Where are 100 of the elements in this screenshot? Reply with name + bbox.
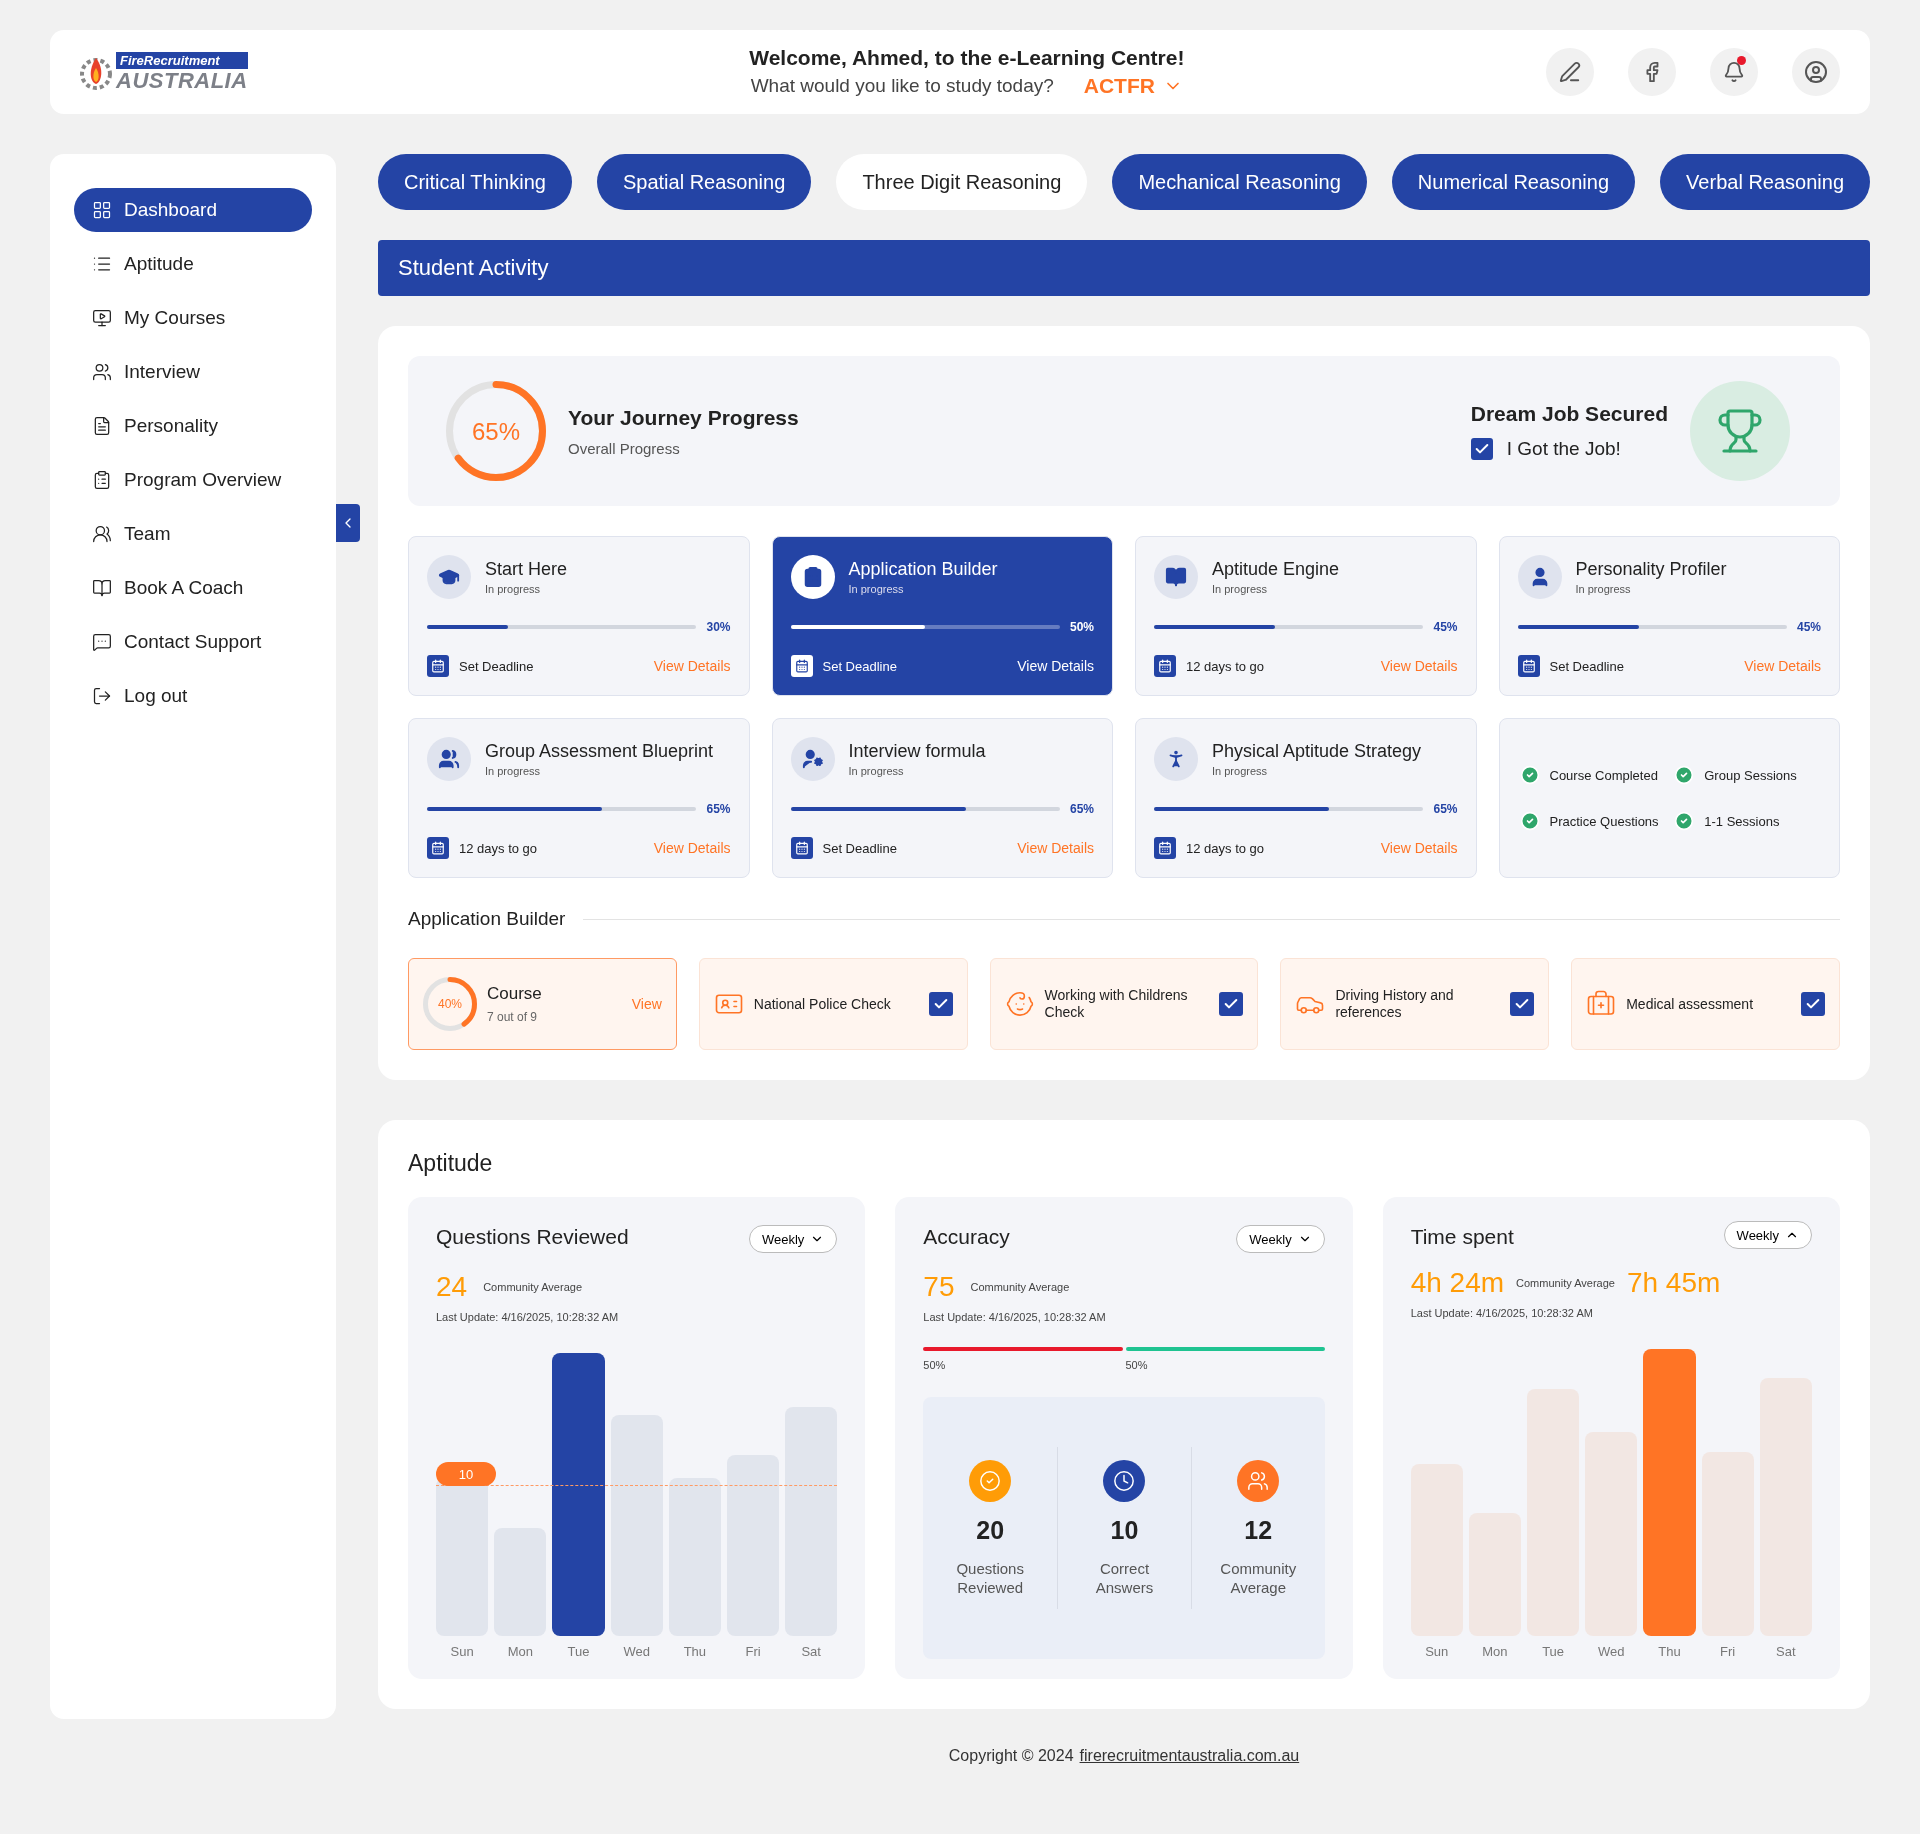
sidebar-item[interactable]: Interview xyxy=(74,350,312,394)
grid-icon xyxy=(92,200,112,220)
document-icon xyxy=(92,416,112,436)
progress-percent: 45% xyxy=(1433,620,1458,634)
requirement-checkbox[interactable] xyxy=(1510,992,1535,1016)
calendar-icon xyxy=(1154,655,1176,677)
website-link[interactable]: firerecruitmentaustralia.com.au xyxy=(1079,1747,1300,1765)
copyright-text: Copyright © 2024 xyxy=(948,1747,1074,1765)
view-details-link[interactable]: View Details xyxy=(1017,658,1094,674)
last-update: Last Update: 4/16/2025, 10:28:32 AM xyxy=(1410,1307,1594,1319)
panel-title: Questions Reviewed xyxy=(436,1225,629,1249)
day-label: Sat xyxy=(801,1644,821,1659)
module-status: In progress xyxy=(485,765,542,777)
day-label: Sat xyxy=(1776,1644,1796,1659)
achievement-label: Practice Questions xyxy=(1549,813,1659,829)
period-dropdown[interactable]: Weekly xyxy=(1236,1225,1325,1253)
module-status: In progress xyxy=(848,765,905,777)
collapse-button[interactable] xyxy=(336,504,360,542)
day-label: Tue xyxy=(1542,1644,1565,1659)
day-label: Wed xyxy=(1598,1644,1625,1659)
module-title: Group Assessment Blueprint xyxy=(485,741,714,762)
module-status: In progress xyxy=(485,583,542,595)
progress-percent: 65% xyxy=(706,802,731,816)
deadline-text: Set Deadline xyxy=(1549,658,1624,674)
study-question: What would you like to study today? xyxy=(750,75,1054,97)
calendar-icon xyxy=(790,837,813,859)
sidebar-item[interactable]: My Courses xyxy=(74,296,312,340)
sidebar-item[interactable]: Dashboard xyxy=(74,188,312,232)
module-status: In progress xyxy=(1212,583,1269,595)
stat-label: Community Average xyxy=(483,1281,582,1293)
progress-ring: 40% xyxy=(423,977,477,1031)
stat-label: Community Average xyxy=(970,1281,1070,1293)
module-icon xyxy=(1154,555,1198,599)
job-checkbox[interactable] xyxy=(1470,438,1493,460)
module-title: Aptitude Engine xyxy=(1212,559,1340,580)
module-icon xyxy=(1154,737,1198,781)
deadline-text: Set Deadline xyxy=(822,658,897,674)
profile-button[interactable] xyxy=(1792,48,1840,96)
module-card[interactable]: Interview formula In progress 65% Set Deadline View Details xyxy=(771,718,1113,878)
notifications-button[interactable] xyxy=(1710,48,1758,96)
topic-tab[interactable]: Three Digit Reasoning xyxy=(836,154,1088,210)
module-title: Application Builder xyxy=(848,559,998,580)
calendar-icon xyxy=(1517,655,1540,677)
requirement-label: Driving History and references xyxy=(1335,987,1455,1021)
stat-caption: Community Average xyxy=(1219,1558,1298,1597)
stat-value: 75 xyxy=(923,1271,955,1303)
chat-icon xyxy=(92,632,112,652)
sidebar-item[interactable]: Program Overview xyxy=(74,458,312,502)
clipboard-icon xyxy=(92,470,112,490)
topic-tab[interactable]: Mechanical Reasoning xyxy=(1112,154,1367,210)
module-status: In progress xyxy=(1575,583,1632,595)
facebook-button[interactable] xyxy=(1628,48,1676,96)
module-icon xyxy=(1517,555,1562,599)
sidebar-item[interactable]: Personality xyxy=(74,404,312,448)
sidebar-item[interactable]: Log out xyxy=(74,674,312,718)
deadline-text: 12 days to go xyxy=(459,840,538,856)
section-title: Aptitude xyxy=(408,1150,493,1176)
sidebar-item[interactable]: Team xyxy=(74,512,312,556)
day-label: Thu xyxy=(683,1644,707,1659)
community-value: 7h 45m xyxy=(1626,1267,1721,1299)
sidebar-item[interactable]: Book A Coach xyxy=(74,566,312,610)
module-card[interactable]: Group Assessment Blueprint In progress 65% 12 days to go View Details xyxy=(408,718,750,878)
module-card[interactable]: Physical Aptitude Strategy In progress 65% 12 days to go View Details xyxy=(1135,718,1477,878)
split-label: 50% xyxy=(923,1359,947,1371)
day-label: Fri xyxy=(745,1644,761,1659)
progress-percent: 45% xyxy=(1796,620,1821,634)
module-icon xyxy=(790,555,835,599)
module-icon xyxy=(427,555,471,599)
notes-button[interactable] xyxy=(1546,48,1594,96)
topic-tab[interactable]: Verbal Reasoning xyxy=(1660,154,1870,210)
sidebar-item[interactable]: Contact Support xyxy=(74,620,312,664)
requirement-checkbox[interactable] xyxy=(1219,992,1244,1016)
sidebar-item[interactable]: Aptitude xyxy=(74,242,312,286)
topic-tab[interactable]: Critical Thinking xyxy=(378,154,572,210)
topic-tab[interactable]: Spatial Reasoning xyxy=(596,154,812,210)
requirement-label: Working with Childrens Check xyxy=(1044,987,1189,1021)
last-update: Last Update: 4/16/2025, 10:28:32 AM xyxy=(923,1311,1107,1323)
requirement-label: National Police Check xyxy=(753,995,892,1013)
module-title: Interview formula xyxy=(848,741,986,762)
topic-tab[interactable]: Numerical Reasoning xyxy=(1391,154,1636,210)
stat-number: 20 xyxy=(976,1515,1005,1545)
day-label: Thu xyxy=(1658,1644,1681,1659)
day-label: Mon xyxy=(507,1644,533,1659)
day-label: Sun xyxy=(1425,1644,1449,1659)
module-card[interactable]: Application Builder In progress 50% Set Deadline View Details xyxy=(771,536,1113,696)
logout-icon xyxy=(92,686,112,706)
period-dropdown[interactable]: Weekly xyxy=(1723,1221,1812,1249)
section-title: Application Builder xyxy=(408,908,566,930)
module-card[interactable]: Start Here In progress 30% Set Deadline View Details xyxy=(408,536,750,696)
module-card[interactable]: Personality Profiler In progress 45% Set Deadline View Details xyxy=(1498,536,1840,696)
module-card[interactable]: Aptitude Engine In progress 45% 12 days to go View Details xyxy=(1135,536,1477,696)
calendar-icon xyxy=(427,837,449,859)
period-dropdown[interactable]: Weekly xyxy=(748,1225,838,1253)
requirement-checkbox[interactable] xyxy=(1801,992,1825,1016)
achievement-label: 1-1 Sessions xyxy=(1704,813,1780,829)
split-label: 50% xyxy=(1125,1359,1149,1371)
progress-percent: 50% xyxy=(1069,620,1094,634)
day-label: Tue xyxy=(567,1644,590,1659)
requirement-checkbox[interactable] xyxy=(928,992,953,1016)
checkbox-label: I Got the Job! xyxy=(1506,438,1621,460)
